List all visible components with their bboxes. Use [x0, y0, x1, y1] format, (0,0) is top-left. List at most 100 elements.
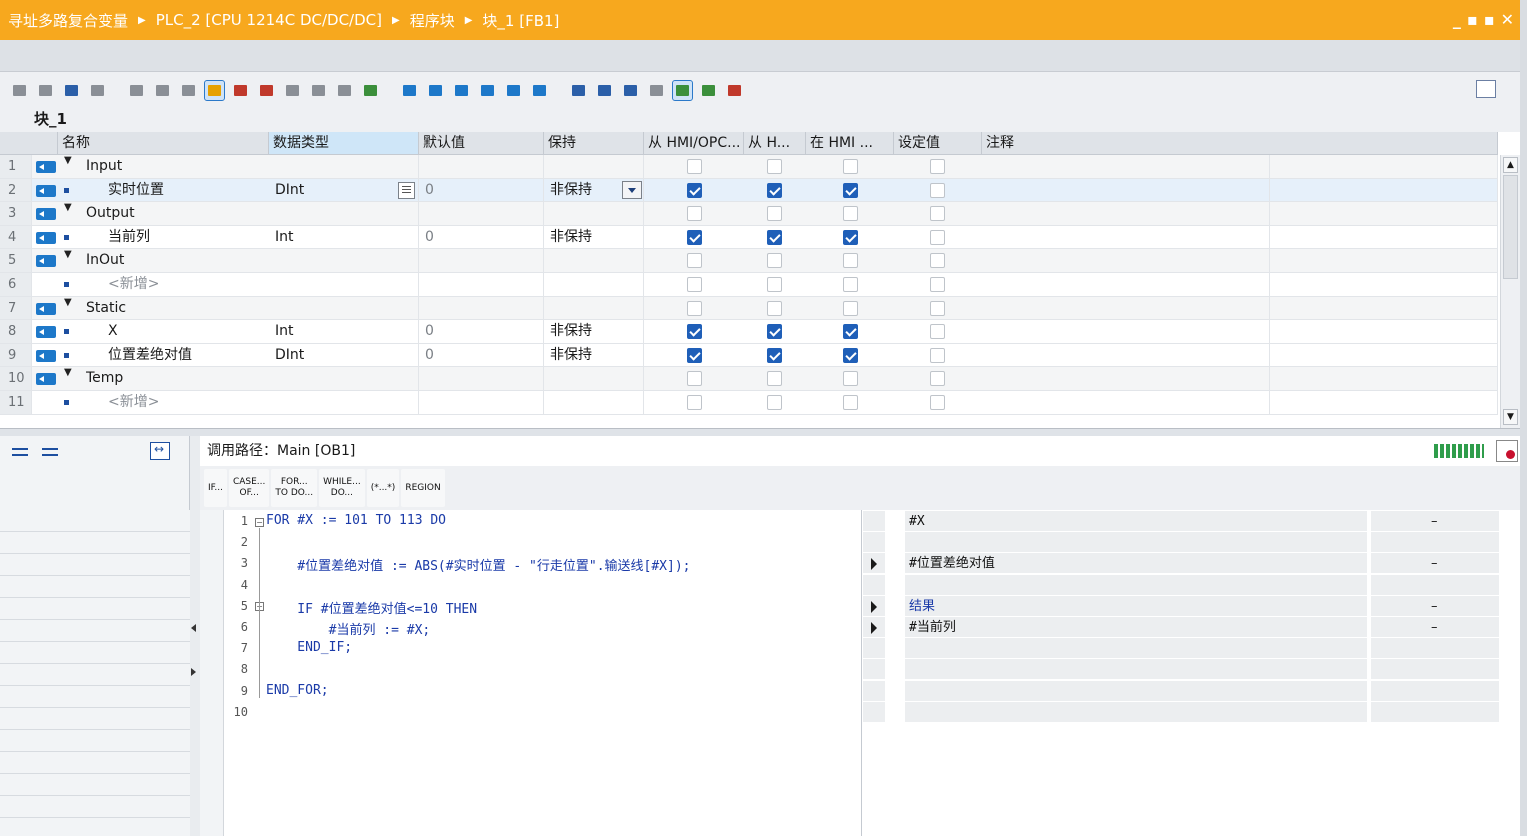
hmi-writable-checkbox[interactable] — [767, 229, 782, 245]
variable-name[interactable]: <新增> — [108, 391, 269, 414]
retain-cell[interactable] — [544, 155, 644, 178]
interface-row[interactable]: 2 实时位置 DInt 0 非保持 — [0, 178, 1498, 203]
interface-row[interactable]: 3 ▼ Output — [0, 202, 1498, 226]
bookmark-icon[interactable] — [283, 81, 302, 100]
comment-cell-ext[interactable] — [1270, 296, 1498, 320]
hmi-writable-checkbox[interactable] — [767, 253, 782, 269]
hmi-accessible-checkbox[interactable] — [687, 206, 702, 222]
comment-cell-ext[interactable] — [1270, 225, 1498, 249]
snippet-button[interactable]: REGION — [401, 469, 445, 507]
default-value-cell[interactable] — [419, 249, 544, 272]
interface-row[interactable]: 10 ▼ Temp — [0, 367, 1498, 391]
column-header-hmi-accessible[interactable]: 从 HMI/OPC... — [644, 132, 744, 155]
cross-reference-icon[interactable] — [153, 81, 172, 100]
default-value-cell[interactable] — [419, 367, 544, 390]
comment-cell[interactable] — [982, 225, 1270, 249]
interface-row[interactable]: 11 <新增> — [0, 391, 1498, 415]
expand-arrow-icon[interactable] — [871, 600, 877, 613]
hmi-visible-checkbox[interactable] — [843, 277, 858, 292]
hmi-accessible-checkbox[interactable] — [687, 324, 702, 340]
data-type-cell[interactable]: DInt — [269, 178, 419, 202]
fold-toggle-icon[interactable]: − — [255, 518, 264, 527]
retain-cell[interactable]: 非保持 — [544, 320, 644, 343]
snippet-button[interactable]: FOR... TO DO... — [271, 469, 318, 507]
variable-name[interactable]: <新增> — [108, 273, 269, 296]
add-row-icon[interactable] — [36, 81, 55, 100]
scrollbar-thumb[interactable] — [1503, 175, 1518, 279]
hmi-visible-checkbox[interactable] — [843, 253, 858, 269]
breadcrumb-project[interactable]: 寻址多路复合变量 — [8, 10, 128, 31]
snippet-button[interactable]: CASE... OF... — [228, 469, 270, 507]
hmi-writable-checkbox[interactable] — [767, 277, 782, 292]
interface-row[interactable]: 1 ▼ Input — [0, 155, 1498, 179]
data-type-cell[interactable]: Int — [269, 225, 419, 249]
insert-block-icon[interactable] — [569, 81, 588, 100]
default-value-cell[interactable]: 0 — [419, 178, 544, 202]
comment-cell[interactable] — [982, 391, 1270, 414]
watch-table-icon[interactable] — [88, 81, 107, 100]
hmi-accessible-checkbox[interactable] — [687, 159, 702, 174]
retain-cell[interactable] — [544, 296, 644, 320]
data-type-cell[interactable] — [269, 202, 419, 225]
data-type-cell[interactable]: DInt — [269, 343, 419, 367]
code-line[interactable]: #位置差绝对值 := ABS(#实时位置 - "行走位置".输送线[#X]); — [266, 555, 690, 574]
default-value-cell[interactable]: 0 — [419, 320, 544, 343]
close-button[interactable]: ✕ — [1501, 10, 1514, 29]
hmi-accessible-checkbox[interactable] — [687, 182, 702, 198]
scroll-down-icon[interactable]: ▼ — [1503, 409, 1518, 425]
comment-cell[interactable] — [982, 155, 1270, 178]
scroll-up-icon[interactable]: ▲ — [1503, 157, 1518, 173]
outdent-icon[interactable] — [335, 81, 354, 100]
type-list-icon[interactable] — [398, 181, 415, 199]
sync-icon[interactable] — [150, 442, 170, 460]
step-into-icon[interactable] — [595, 81, 614, 100]
retain-cell[interactable] — [544, 273, 644, 296]
comment-cell-ext[interactable] — [1270, 367, 1498, 390]
variable-name[interactable]: 当前列 — [108, 226, 269, 249]
retain-cell[interactable] — [544, 202, 644, 225]
comment-cell[interactable] — [982, 367, 1270, 390]
default-value-cell[interactable]: 0 — [419, 343, 544, 367]
retain-cell[interactable] — [544, 391, 644, 414]
comment-cell[interactable] — [982, 249, 1270, 272]
collapse-arrow-icon[interactable]: ▼ — [64, 297, 72, 308]
setpoint-checkbox[interactable] — [930, 347, 945, 363]
step-over-icon[interactable] — [621, 81, 640, 100]
monitor-all-icon[interactable] — [699, 81, 718, 100]
hmi-visible-checkbox[interactable] — [843, 371, 858, 387]
setpoint-checkbox[interactable] — [930, 159, 945, 174]
interface-row[interactable]: 6 <新增> — [0, 273, 1498, 297]
retain-dropdown-icon[interactable] — [622, 180, 642, 199]
region-icon[interactable] — [530, 81, 549, 100]
variable-name[interactable]: 位置差绝对值 — [108, 344, 269, 367]
column-header-datatype[interactable]: 数据类型 — [269, 132, 419, 155]
comment-cell[interactable] — [982, 320, 1270, 343]
line-numbers-icon[interactable] — [504, 81, 523, 100]
hmi-writable-checkbox[interactable] — [767, 395, 782, 410]
retain-cell[interactable] — [544, 367, 644, 390]
default-value-cell[interactable] — [419, 391, 544, 414]
minimize-button[interactable]: _ — [1453, 10, 1461, 29]
uncomment-icon[interactable] — [426, 81, 445, 100]
comment-cell[interactable] — [982, 273, 1270, 296]
hmi-writable-checkbox[interactable] — [767, 182, 782, 198]
hmi-writable-checkbox[interactable] — [767, 371, 782, 387]
code-line[interactable]: END_IF; — [266, 640, 352, 655]
column-header-name[interactable]: 名称 — [58, 132, 269, 155]
goto-error-icon[interactable] — [231, 81, 250, 100]
list-view-icon[interactable] — [127, 81, 146, 100]
comment-cell-ext[interactable] — [1270, 320, 1498, 343]
hmi-writable-checkbox[interactable] — [767, 300, 782, 316]
breadcrumb-block[interactable]: 块_1 [FB1] — [482, 10, 559, 31]
hmi-visible-checkbox[interactable] — [843, 206, 858, 222]
variable-name[interactable]: X — [108, 320, 269, 343]
hmi-writable-checkbox[interactable] — [767, 324, 782, 340]
code-line[interactable]: IF #位置差绝对值<=10 THEN — [266, 598, 477, 617]
hmi-visible-checkbox[interactable] — [843, 300, 858, 316]
column-header-default[interactable]: 默认值 — [419, 132, 544, 155]
default-value-cell[interactable] — [419, 273, 544, 296]
hmi-writable-checkbox[interactable] — [767, 206, 782, 222]
hmi-accessible-checkbox[interactable] — [687, 371, 702, 387]
setpoint-checkbox[interactable] — [930, 229, 945, 245]
block-interface-icon[interactable] — [62, 81, 81, 100]
